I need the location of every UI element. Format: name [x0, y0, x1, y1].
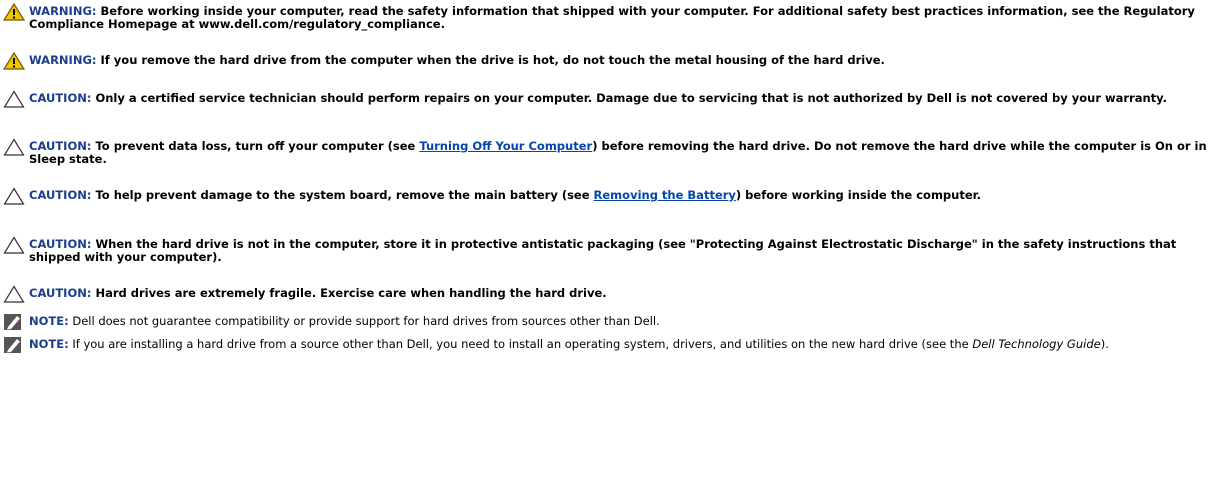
note-label: NOTE: — [29, 337, 69, 351]
note-label: NOTE: — [29, 314, 69, 328]
caution-notice: CAUTION: Only a certified service techni… — [3, 90, 1221, 108]
caution-label: CAUTION: — [29, 188, 92, 202]
caution-notice: CAUTION: Hard drives are extremely fragi… — [3, 285, 1221, 303]
caution-triangle-icon — [3, 236, 29, 254]
caution-notice: CAUTION: To help prevent damage to the s… — [3, 187, 1221, 205]
note-notice: NOTE: Dell does not guarantee compatibil… — [3, 313, 1221, 331]
warning-notice: WARNING: Before working inside your comp… — [3, 3, 1221, 31]
caution-text: Hard drives are extremely fragile. Exerc… — [95, 286, 607, 300]
caution-triangle-icon — [3, 90, 29, 108]
caution-label: CAUTION: — [29, 286, 92, 300]
caution-text-before: To help prevent damage to the system boa… — [95, 188, 594, 202]
caution-notice: CAUTION: When the hard drive is not in t… — [3, 236, 1221, 264]
pencil-note-icon — [3, 336, 29, 354]
caution-triangle-icon — [3, 138, 29, 156]
warning-text: Before working inside your computer, rea… — [29, 4, 1195, 31]
warning-notice: WARNING: If you remove the hard drive fr… — [3, 52, 1221, 70]
note-text: Dell does not guarantee compatibility or… — [72, 314, 660, 328]
caution-label: CAUTION: — [29, 139, 92, 153]
note-notice: NOTE: If you are installing a hard drive… — [3, 336, 1221, 354]
warning-text: If you remove the hard drive from the co… — [100, 53, 885, 67]
caution-triangle-icon — [3, 285, 29, 303]
dell-technology-guide-title: Dell Technology Guide — [972, 337, 1101, 351]
caution-text: Only a certified service technician shou… — [95, 91, 1167, 105]
pencil-note-icon — [3, 313, 29, 331]
caution-notice: CAUTION: To prevent data loss, turn off … — [3, 138, 1221, 166]
caution-text-before: To prevent data loss, turn off your comp… — [95, 139, 420, 153]
warning-label: WARNING: — [29, 53, 97, 67]
caution-triangle-icon — [3, 187, 29, 205]
note-text-before: If you are installing a hard drive from … — [72, 337, 973, 351]
caution-text: When the hard drive is not in the comput… — [29, 237, 1177, 264]
caution-text-after: ) before working inside the computer. — [735, 188, 982, 202]
caution-label: CAUTION: — [29, 91, 92, 105]
caution-label: CAUTION: — [29, 237, 92, 251]
note-text-after: ). — [1100, 337, 1109, 351]
turning-off-computer-link[interactable]: Turning Off Your Computer — [419, 139, 592, 153]
warning-triangle-icon — [3, 52, 29, 70]
warning-triangle-icon — [3, 3, 29, 21]
warning-label: WARNING: — [29, 4, 97, 18]
removing-battery-link[interactable]: Removing the Battery — [594, 188, 736, 202]
